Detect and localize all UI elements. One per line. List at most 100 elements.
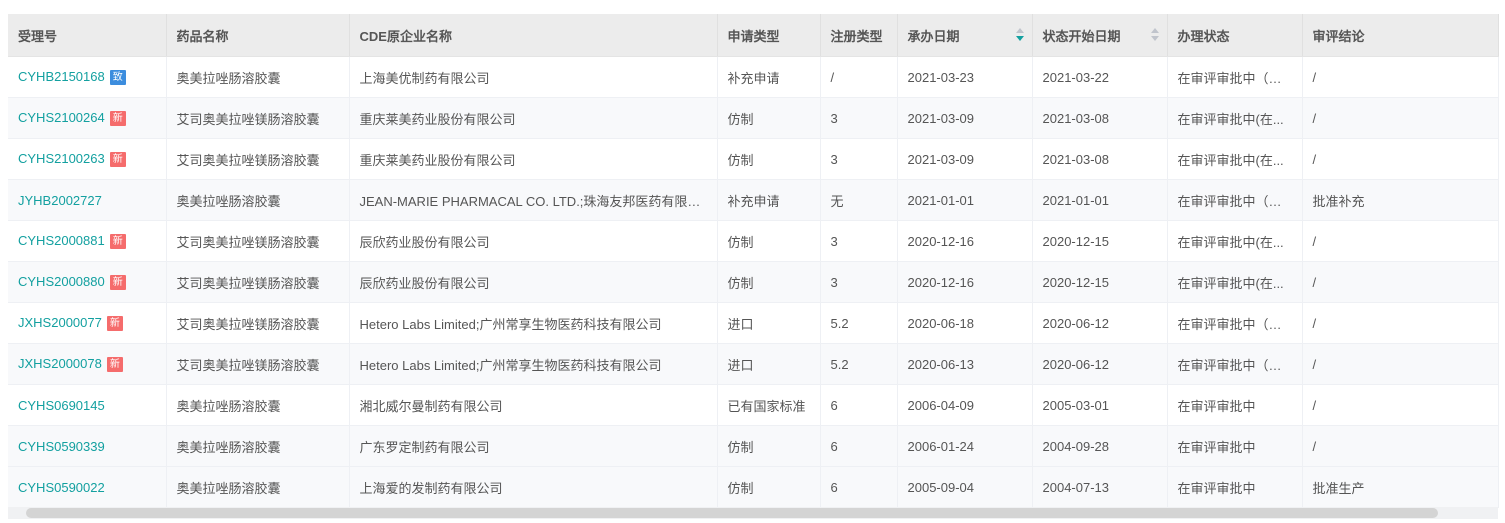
status-cell: 在审评审批中(在... [1167,97,1303,139]
table-row[interactable]: CYHS2000881 新艾司奥美拉唑镁肠溶胶囊 辰欣药业股份有限公司 仿制 3 2020… [8,220,1499,262]
registration-type-cell: 5.2 [820,343,898,385]
acceptance-no-link[interactable]: CYHS2000880 [18,274,105,289]
registration-type-cell: 3 [820,220,898,262]
status-cell: 在审评审批中 [1167,384,1303,426]
table-row[interactable]: CYHS0690145 奥美拉唑肠溶胶囊 湘北威尔曼制药有限公司 已有国家标准 6 200… [8,384,1499,426]
application-type-cell: 仿制 [717,261,821,303]
conclusion-cell: / [1302,384,1499,426]
status-cell: 在审评审批中 [1167,425,1303,467]
application-type-cell: 进口 [717,302,821,344]
company-cell: 湘北威尔曼制药有限公司 [349,384,718,426]
application-type-cell: 补充申请 [717,56,821,98]
conclusion-cell: / [1302,302,1499,344]
table-row[interactable]: CYHS2100264 新艾司奥美拉唑镁肠溶胶囊 重庆莱美药业股份有限公司 仿制 3 20… [8,97,1499,139]
drug-name-cell: 奥美拉唑肠溶胶囊 [166,466,350,508]
conclusion-cell: / [1302,343,1499,385]
header-application-type: 申请类型 [717,14,821,57]
application-type-cell: 仿制 [717,425,821,467]
application-type-cell: 补充申请 [717,179,821,221]
status-start-date-cell: 2021-03-08 [1032,138,1168,180]
status-cell: 在审评审批中(在... [1167,220,1303,262]
table-row[interactable]: JXHS2000077 新 艾司奥美拉唑镁肠溶胶囊 Hetero Labs Limit… [8,302,1499,344]
badge: 新 [106,316,123,331]
acceptance-no-link[interactable]: CYHB2150168 [18,69,105,84]
acceptance-no-link[interactable]: CYHS2100264 [18,110,105,125]
acceptance-no-cell: CYHS2100264 新 [8,97,167,139]
table-row[interactable]: CYHB2150168 致奥美拉唑肠溶胶囊 上海美优制药有限公司 补充申请/2021-… [8,56,1499,98]
acceptance-no-link[interactable]: JXHS2000078 [18,356,102,371]
acceptance-no-link[interactable]: JYHB2002727 [18,193,102,208]
conclusion-cell: / [1302,56,1499,98]
header-undertake-date[interactable]: 承办日期 [897,14,1033,57]
status-cell: 在审评审批中 [1167,466,1303,508]
table-row[interactable]: CYHS0590022 奥美拉唑肠溶胶囊 上海爱的发制药有限公司 仿制 6 2005-09… [8,466,1499,508]
acceptance-no-link[interactable]: CYHS2000881 [18,233,105,248]
undertake-date-cell: 2021-03-23 [897,56,1033,98]
acceptance-no-cell: CYHS2100263 新 [8,138,167,180]
conclusion-cell: / [1302,425,1499,467]
drug-name-cell: 奥美拉唑肠溶胶囊 [166,179,350,221]
acceptance-no-cell: CYHS0590022 [8,466,167,508]
acceptance-no-cell: CYHS2000880 新 [8,261,167,303]
undertake-date-cell: 2021-03-09 [897,97,1033,139]
registration-type-cell: 6 [820,425,898,467]
acceptance-no-link[interactable]: CYHS0690145 [18,398,105,413]
status-start-date-cell: 2020-12-15 [1032,220,1168,262]
registration-type-cell: 无 [820,179,898,221]
acceptance-no-link[interactable]: CYHS0590022 [18,480,105,495]
acceptance-no-cell: CYHS2000881 新 [8,220,167,262]
acceptance-no-cell: CYHS0690145 [8,384,167,426]
acceptance-no-link[interactable]: CYHS2100263 [18,151,105,166]
header-status-start-date[interactable]: 状态开始日期 [1032,14,1168,57]
status-cell: 在审评审批中(在... [1167,138,1303,180]
status-cell: 在审评审批中（在... [1167,343,1303,385]
status-start-date-cell: 2021-01-01 [1032,179,1168,221]
drug-name-cell: 奥美拉唑肠溶胶囊 [166,425,350,467]
table-header-row: 受理号 药品名称 CDE原企业名称 申请类型 注册类型 承办日期 状态开始日期 … [8,14,1499,57]
table-row[interactable]: JXHS2000078 新 艾司奥美拉唑镁肠溶胶囊 Hetero Labs Limit… [8,343,1499,385]
registration-type-cell: 6 [820,384,898,426]
badge: 新 [109,234,126,249]
undertake-date-cell: 2020-12-16 [897,261,1033,303]
badge: 新 [109,111,126,126]
sort-icon[interactable] [1015,28,1024,42]
table-row[interactable]: JYHB2002727 奥美拉唑肠溶胶囊 JEAN-MARIE PHARMACAL … [8,179,1499,221]
application-type-cell: 仿制 [717,466,821,508]
application-type-cell: 进口 [717,343,821,385]
company-cell: Hetero Labs Limited;广州常享生物医药科技有限公司 [349,343,718,385]
status-cell: 在审评审批中（在... [1167,56,1303,98]
table-row[interactable]: CYHS2000880 新艾司奥美拉唑镁肠溶胶囊 辰欣药业股份有限公司 仿制 3 2020… [8,261,1499,303]
conclusion-cell: 批准补充 [1302,179,1499,221]
acceptance-no-link[interactable]: CYHS0590339 [18,439,105,454]
table-row[interactable]: CYHS0590339 奥美拉唑肠溶胶囊 广东罗定制药有限公司 仿制 6 2006-01-… [8,425,1499,467]
conclusion-cell: / [1302,261,1499,303]
horizontal-scrollbar[interactable] [8,507,1498,519]
company-cell: 辰欣药业股份有限公司 [349,261,718,303]
sort-icon[interactable] [1150,28,1159,42]
badge: 致 [109,70,126,85]
acceptance-no-cell: JXHS2000077 新 [8,302,167,344]
drug-name-cell: 艾司奥美拉唑镁肠溶胶囊 [166,261,350,303]
drug-name-cell: 艾司奥美拉唑镁肠溶胶囊 [166,302,350,344]
scrollbar-thumb[interactable] [26,508,1438,518]
status-start-date-cell: 2020-06-12 [1032,302,1168,344]
status-cell: 在审评审批中(在... [1167,261,1303,303]
company-cell: 重庆莱美药业股份有限公司 [349,138,718,180]
undertake-date-cell: 2020-12-16 [897,220,1033,262]
acceptance-no-cell: CYHS0590339 [8,425,167,467]
acceptance-no-link[interactable]: JXHS2000077 [18,315,102,330]
registration-type-cell: 5.2 [820,302,898,344]
drug-name-cell: 艾司奥美拉唑镁肠溶胶囊 [166,97,350,139]
table-row[interactable]: CYHS2100263 新艾司奥美拉唑镁肠溶胶囊 重庆莱美药业股份有限公司 仿制 3 20… [8,138,1499,180]
undertake-date-cell: 2005-09-04 [897,466,1033,508]
header-drug-name: 药品名称 [166,14,350,57]
application-type-cell: 仿制 [717,220,821,262]
undertake-date-cell: 2021-03-09 [897,138,1033,180]
header-registration-type: 注册类型 [820,14,898,57]
results-table-container: 受理号 药品名称 CDE原企业名称 申请类型 注册类型 承办日期 状态开始日期 … [8,14,1499,508]
acceptance-no-cell: CYHB2150168 致 [8,56,167,98]
acceptance-no-cell: JXHS2000078 新 [8,343,167,385]
badge: 新 [109,275,126,290]
application-type-cell: 仿制 [717,138,821,180]
drug-name-cell: 艾司奥美拉唑镁肠溶胶囊 [166,138,350,180]
